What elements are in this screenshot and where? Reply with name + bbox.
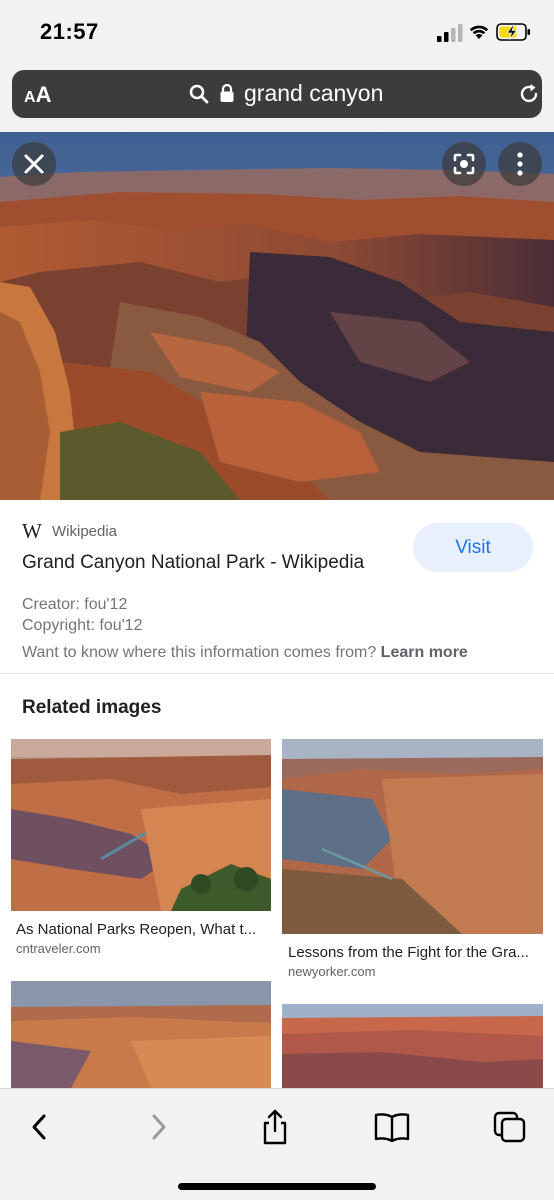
visit-button[interactable]: Visit — [413, 523, 533, 572]
cellular-signal-icon — [437, 24, 463, 42]
related-caption[interactable]: Lessons from the Fight for the Gra... — [288, 944, 529, 961]
share-icon[interactable] — [255, 1109, 295, 1145]
tabs-icon[interactable] — [490, 1109, 530, 1145]
more-vert-icon — [517, 152, 523, 176]
chevron-left-icon[interactable] — [20, 1109, 60, 1145]
related-domain: newyorker.com — [288, 964, 376, 979]
close-button[interactable] — [12, 142, 56, 186]
lock-icon — [220, 83, 234, 102]
canyon-thumbnail — [11, 981, 271, 1088]
related-image-thumb[interactable] — [11, 739, 271, 911]
more-options-button[interactable] — [498, 142, 542, 186]
address-area: AA grand canyon — [0, 62, 554, 132]
info-question-text: Want to know where this information come… — [22, 644, 377, 661]
search-icon — [189, 84, 209, 104]
close-icon — [24, 154, 44, 174]
battery-charging-icon — [496, 23, 530, 41]
lens-icon — [453, 153, 475, 175]
creator-line: Creator: fou'12 — [22, 596, 128, 613]
source-name: Wikipedia — [52, 523, 118, 540]
related-image-thumb[interactable] — [282, 739, 543, 934]
reader-text-size-button[interactable]: AA — [24, 82, 51, 108]
chevron-right-icon[interactable] — [138, 1109, 178, 1145]
address-bar[interactable]: AA grand canyon — [12, 70, 542, 118]
wikipedia-logo-icon: W — [22, 519, 42, 543]
canyon-thumbnail — [282, 1004, 543, 1088]
related-images-heading: Related images — [22, 697, 162, 718]
canyon-thumbnail — [282, 739, 543, 934]
learn-more-link[interactable]: Learn more — [381, 644, 468, 661]
hero-image[interactable] — [0, 132, 554, 500]
result-info: W Wikipedia Grand Canyon National Park -… — [0, 500, 554, 674]
related-caption[interactable]: As National Parks Reopen, What t... — [16, 921, 256, 938]
canyon-thumbnail — [11, 739, 271, 911]
wifi-icon — [469, 25, 489, 39]
info-question: Want to know where this information come… — [22, 644, 468, 662]
status-time: 21:57 — [40, 19, 99, 44]
related-image-thumb[interactable] — [11, 981, 271, 1088]
copyright-line: Copyright: fou'12 — [22, 617, 143, 634]
home-indicator[interactable] — [178, 1183, 376, 1190]
status-bar: 21:57 — [0, 0, 554, 62]
address-text[interactable]: grand canyon — [244, 80, 383, 107]
canyon-photo — [0, 132, 554, 500]
book-icon[interactable] — [372, 1109, 412, 1145]
result-title[interactable]: Grand Canyon National Park - Wikipedia — [22, 552, 364, 574]
related-image-thumb[interactable] — [282, 1004, 543, 1088]
reload-icon[interactable] — [517, 82, 541, 106]
related-domain: cntraveler.com — [16, 941, 101, 956]
aa-small-label: A — [24, 89, 36, 106]
lens-button[interactable] — [442, 142, 486, 186]
aa-big-label: A — [35, 82, 52, 107]
bottom-toolbar — [0, 1088, 554, 1200]
